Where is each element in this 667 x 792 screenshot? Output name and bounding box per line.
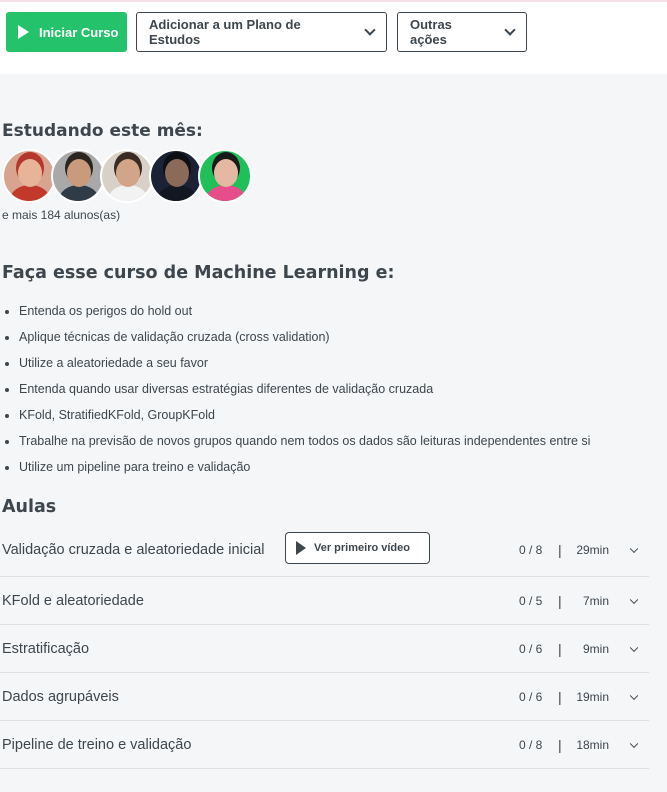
lesson-duration: 18min (576, 737, 609, 752)
lesson-duration: 9min (582, 641, 609, 656)
lesson-progress: 0 / 6 (519, 641, 543, 656)
course-goals-list: Entenda os perigos do hold out Aplique té… (5, 302, 590, 484)
play-icon (18, 25, 29, 39)
other-actions-label: Outras ações (410, 17, 452, 47)
goal-item: Entenda quando usar diversas estratégias… (5, 380, 590, 406)
avatar (51, 149, 105, 203)
lesson-row[interactable]: Validação cruzada e aleatoriedade inicia… (0, 524, 649, 577)
lesson-progress: 0 / 8 (519, 737, 543, 752)
watch-first-video-label: Ver primeiro vídeo (314, 542, 410, 554)
chevron-down-icon[interactable] (629, 691, 639, 700)
lesson-title: KFold e aleatoriedade (2, 592, 144, 609)
lesson-separator: | (558, 542, 562, 558)
lesson-duration: 7min (582, 593, 609, 608)
lesson-progress: 0 / 6 (519, 689, 543, 704)
chevron-down-icon[interactable] (629, 739, 639, 748)
start-course-button[interactable]: Iniciar Curso (6, 12, 127, 52)
goal-item: Aplique técnicas de validação cruzada (c… (5, 328, 590, 354)
lesson-row[interactable]: Dados agrupáveis 0 / 6 | 19min (0, 673, 649, 721)
avatar (100, 149, 154, 203)
goal-item: Trabalhe na previsão de novos grupos qua… (5, 432, 590, 458)
chevron-down-icon[interactable] (629, 643, 639, 652)
lesson-title: Dados agrupáveis (2, 688, 119, 705)
add-to-study-plan-label: Adicionar a um Plano de Estudos (149, 17, 301, 47)
start-course-label: Iniciar Curso (39, 24, 119, 40)
lesson-duration: 19min (576, 689, 609, 704)
avatar (198, 149, 252, 203)
chevron-down-icon (364, 23, 376, 36)
play-icon (296, 541, 306, 555)
watch-first-video-button[interactable]: Ver primeiro vídeo (285, 532, 430, 564)
course-benefits-title: Faça esse curso de Machine Learning e: (2, 263, 395, 283)
goal-item: Utilize um pipeline para treino e valida… (5, 458, 590, 484)
lesson-title: Validação cruzada e aleatoriedade inicia… (2, 542, 265, 558)
lesson-separator: | (558, 736, 562, 753)
course-action-bar: Iniciar Curso Adicionar a um Plano de Es… (0, 2, 667, 74)
lesson-progress: 0 / 5 (519, 593, 543, 608)
avatar (149, 149, 203, 203)
more-students-text: e mais 184 alunos(as) (2, 208, 121, 222)
goal-item: Utilize a aleatoriedade a seu favor (5, 354, 590, 380)
chevron-down-icon[interactable] (629, 595, 639, 604)
other-actions-button[interactable]: Outras ações (397, 12, 527, 52)
goal-item: Entenda os perigos do hold out (5, 302, 590, 328)
chevron-down-icon (504, 23, 516, 36)
lesson-row[interactable]: Estratificação 0 / 6 | 9min (0, 625, 649, 673)
lessons-list: Validação cruzada e aleatoriedade inicia… (0, 524, 649, 769)
goal-item: KFold, StratifiedKFold, GroupKFold (5, 406, 590, 432)
lesson-progress: 0 / 8 (519, 543, 543, 557)
lesson-title: Pipeline de treino e validação (2, 736, 192, 753)
lesson-separator: | (558, 592, 562, 609)
add-to-study-plan-button[interactable]: Adicionar a um Plano de Estudos (136, 12, 387, 52)
lesson-title: Estratificação (2, 640, 90, 657)
lessons-title: Aulas (2, 497, 57, 517)
lesson-separator: | (558, 640, 562, 657)
lesson-row[interactable]: Pipeline de treino e validação 0 / 8 | 18mi… (0, 721, 649, 769)
studying-title: Estudando este mês: (2, 121, 203, 141)
lesson-row[interactable]: KFold e aleatoriedade 0 / 5 | 7min (0, 577, 649, 625)
lesson-duration: 29min (576, 543, 609, 557)
avatar (2, 149, 56, 203)
chevron-down-icon[interactable] (629, 544, 639, 554)
lesson-separator: | (558, 688, 562, 705)
